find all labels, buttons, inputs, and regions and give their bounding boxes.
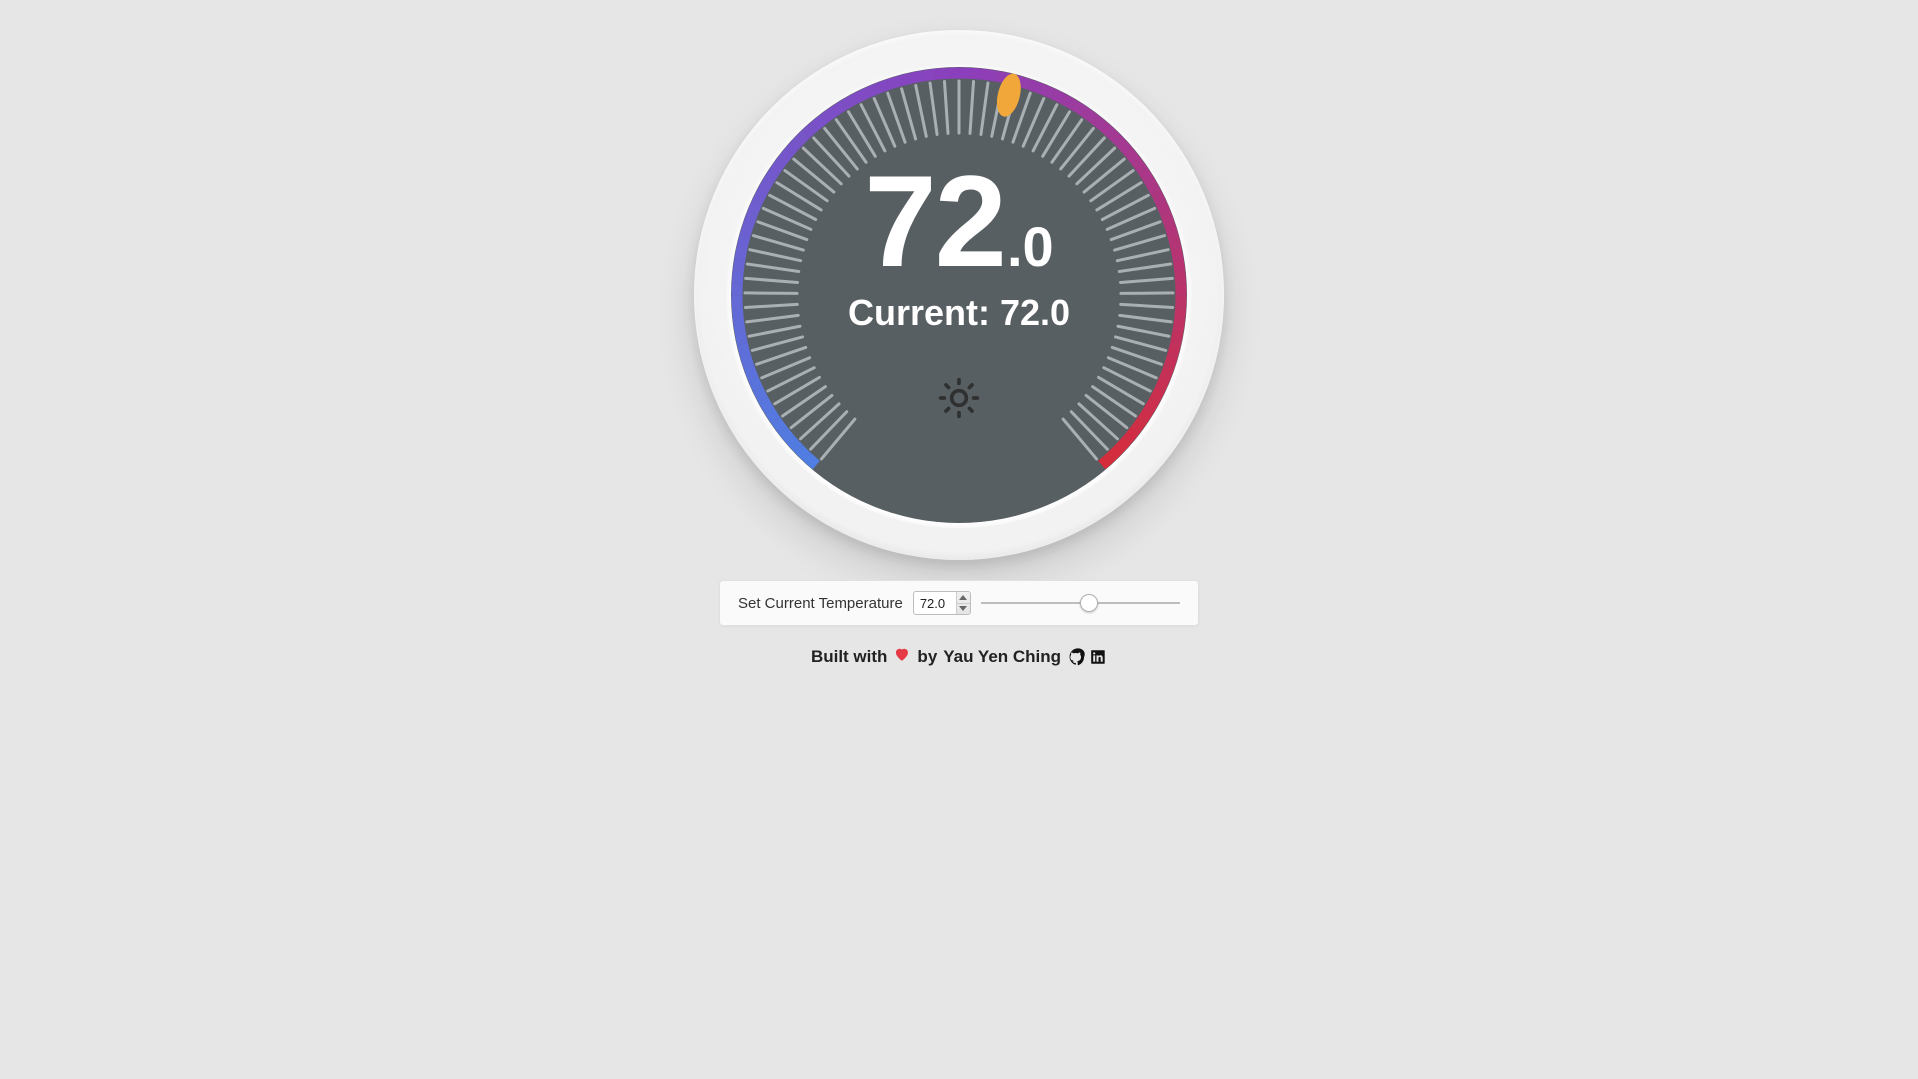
temp-slider[interactable]	[981, 602, 1180, 604]
spinner-down-button[interactable]	[957, 604, 970, 615]
footer-author: Yau Yen Ching	[943, 647, 1061, 667]
github-link[interactable]	[1069, 648, 1087, 666]
github-icon	[1069, 648, 1087, 666]
controls-panel: Set Current Temperature	[719, 580, 1199, 626]
linkedin-link[interactable]	[1089, 648, 1107, 666]
linkedin-icon	[1089, 648, 1107, 666]
temp-number-input-wrap	[913, 591, 971, 615]
spinner	[956, 592, 970, 614]
spinner-up-button[interactable]	[957, 592, 970, 603]
heart-icon	[893, 645, 911, 668]
dial-svg	[731, 67, 1187, 523]
thermostat-dial[interactable]: 72 .0 Current: 72.0	[694, 30, 1224, 560]
footer-by: by	[917, 647, 937, 667]
footer-built-with: Built with	[811, 647, 887, 667]
temp-slider-wrap	[981, 602, 1180, 604]
controls-label: Set Current Temperature	[738, 595, 903, 612]
footer-credit: Built with by Yau Yen Ching	[811, 645, 1107, 668]
